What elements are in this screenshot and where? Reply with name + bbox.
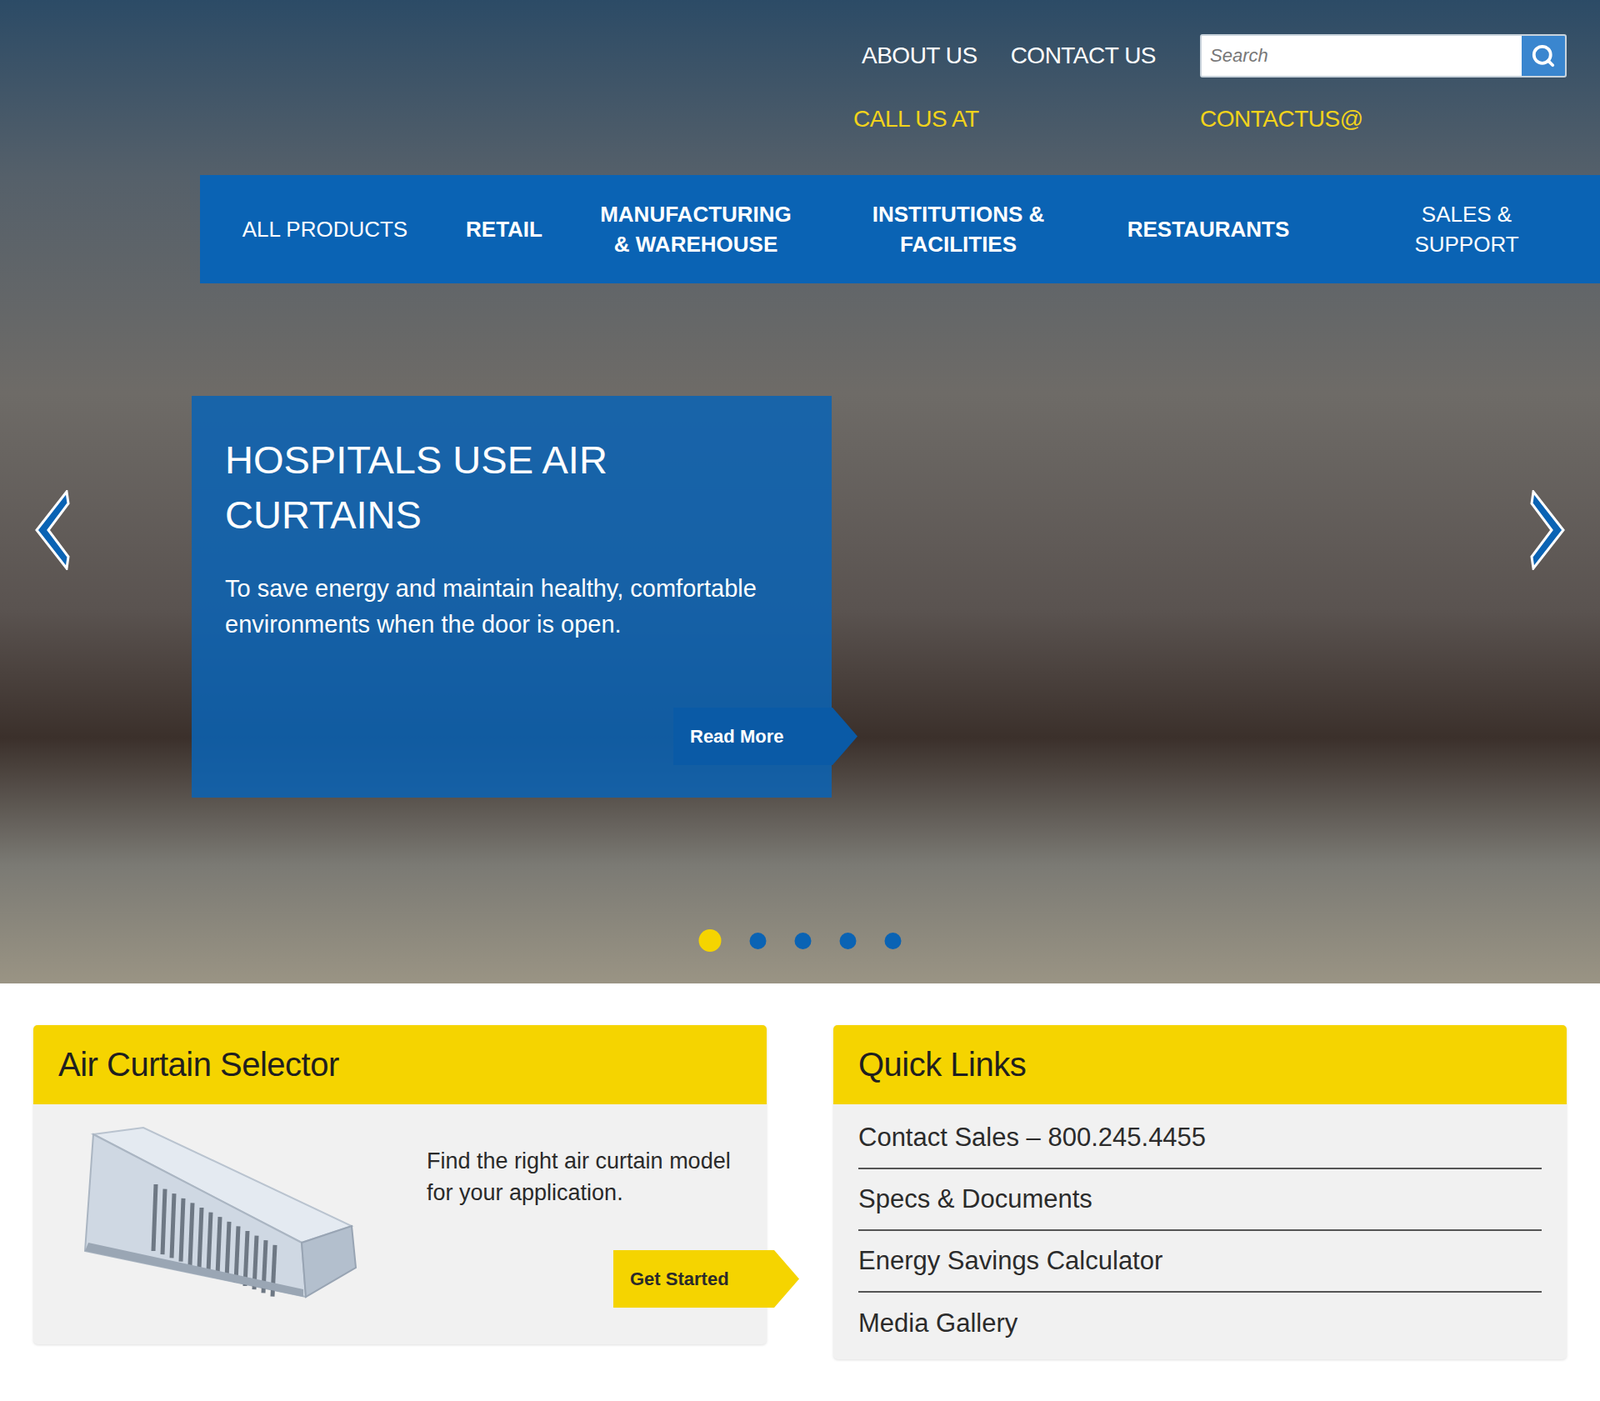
quick-link-row: Contact Sales – 800.245.4455 (858, 1107, 1542, 1170)
next-slide-button[interactable] (1526, 490, 1570, 570)
page: ABOUT US CONTACT US CALL US AT CONTACTUS@ AL… (0, 0, 1600, 1401)
lower-section: Air Curtain Selector Find the right air c… (0, 983, 1600, 1393)
nav-item[interactable]: INSTITUTIONS & FACILITIES (833, 189, 1084, 270)
nav-item[interactable]: RETAIL (450, 204, 559, 255)
quick-link[interactable]: Energy Savings Calculator (858, 1245, 1163, 1276)
card-title: Air Curtain Selector (33, 1025, 767, 1105)
slider-dot[interactable] (750, 932, 767, 950)
nav-label: MANUFACTURING & WAREHOUSE (595, 199, 796, 260)
nav-label: ALL PRODUCTS (242, 214, 408, 245)
air-curtain-product-icon (76, 1125, 360, 1305)
contact-text: CONTACTUS@ (1200, 105, 1567, 133)
top-bar: ABOUT US CONTACT US CALL US AT CONTACTUS@ (853, 0, 1600, 133)
get-started-button[interactable]: Get Started (613, 1250, 800, 1308)
slider-dots (699, 929, 902, 952)
search-input[interactable] (1201, 35, 1522, 76)
nav-label: RETAIL (465, 214, 543, 245)
quick-link-row: Specs & Documents (858, 1169, 1542, 1231)
card-title: Quick Links (833, 1025, 1567, 1105)
nav-item[interactable]: MANUFACTURING & WAREHOUSE (558, 189, 834, 270)
chevron-left-icon (30, 490, 74, 570)
top-link[interactable]: CONTACT US (1010, 42, 1156, 70)
top-links: ABOUT US CONTACT US (853, 42, 1187, 70)
slide-caption: HOSPITALS USE AIR CURTAINS To save energy… (191, 395, 832, 798)
nav-item[interactable]: SALES & SUPPORT (1333, 189, 1600, 270)
selector-content: Find the right air curtain model for you… (426, 1125, 767, 1308)
read-more-button[interactable]: Read More (673, 707, 858, 765)
quick-link[interactable]: Media Gallery (858, 1308, 1018, 1339)
main-nav: ALL PRODUCTS RETAIL MANUFACTURING & WAREHO… (200, 175, 1600, 284)
slide-text: To save energy and maintain healthy, com… (225, 570, 799, 644)
nav-label: INSTITUTIONS & FACILITIES (858, 199, 1059, 260)
search-box (1200, 34, 1567, 78)
slider-dot[interactable] (699, 929, 722, 952)
hero: ABOUT US CONTACT US CALL US AT CONTACTUS@ AL… (0, 0, 1600, 984)
search-icon (1530, 43, 1556, 69)
quick-link-row: Energy Savings Calculator (858, 1230, 1542, 1293)
top-link[interactable]: ABOUT US (861, 42, 978, 70)
selector-card: Air Curtain Selector Find the right air c… (33, 1025, 767, 1345)
quick-links-card: Quick Links Contact Sales – 800.245.4455 S… (833, 1025, 1567, 1360)
quick-links-list: Contact Sales – 800.245.4455 Specs & Docu… (833, 1104, 1567, 1360)
contact-text: CALL US AT (853, 105, 1187, 133)
quick-link[interactable]: Contact Sales – 800.245.4455 (858, 1122, 1206, 1153)
nav-item[interactable]: RESTAURANTS (1083, 204, 1334, 255)
slider-dot[interactable] (840, 932, 857, 950)
quick-link[interactable]: Specs & Documents (858, 1184, 1093, 1215)
quick-link-row: Media Gallery (858, 1292, 1542, 1355)
nav-item[interactable]: ALL PRODUCTS (200, 204, 450, 255)
selector-text: Find the right air curtain model for you… (426, 1145, 767, 1210)
nav-label: RESTAURANTS (1127, 214, 1290, 245)
prev-slide-button[interactable] (30, 490, 74, 570)
slider-dot[interactable] (795, 932, 812, 950)
slide-title: HOSPITALS USE AIR CURTAINS (225, 432, 692, 543)
slider-dot[interactable] (885, 932, 902, 950)
chevron-right-icon (1526, 490, 1570, 570)
nav-label: SALES & SUPPORT (1366, 199, 1567, 260)
search-button[interactable] (1521, 35, 1565, 76)
selector-body: Find the right air curtain model for you… (33, 1104, 767, 1345)
